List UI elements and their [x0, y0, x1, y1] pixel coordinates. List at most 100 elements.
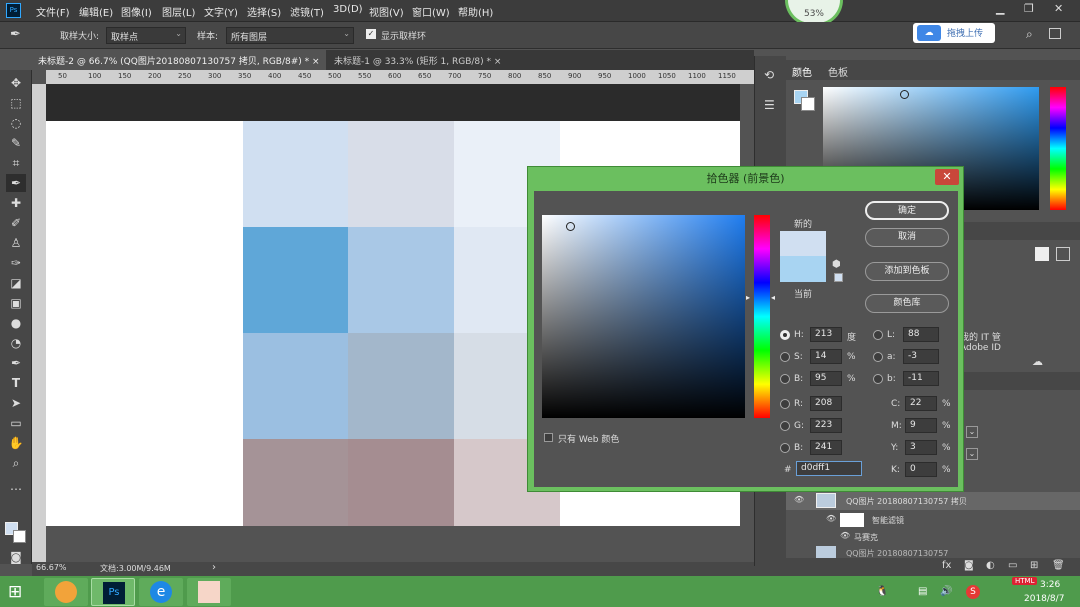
green-radio[interactable] [780, 421, 790, 431]
green-field[interactable]: 223 [810, 418, 842, 433]
quick-select-tool-icon[interactable]: ✎ [6, 134, 26, 152]
restore-icon[interactable]: ❐ [1024, 2, 1034, 15]
type-tool-icon[interactable]: T [6, 374, 26, 392]
menu-edit[interactable]: 编辑(E) [79, 4, 113, 19]
black-field[interactable]: 0 [905, 462, 937, 477]
healing-tool-icon[interactable]: ✚ [6, 194, 26, 212]
close-icon[interactable]: ✕ [1054, 2, 1063, 15]
cloud-upload-button[interactable]: ☁ 拖拽上传 [913, 23, 995, 43]
eyedropper-tool-icon[interactable]: ✒ [6, 174, 26, 192]
lab-l-field[interactable]: 88 [903, 327, 939, 342]
close-tab-icon[interactable]: × [312, 57, 320, 67]
show-ring-checkbox[interactable]: ✓ [366, 29, 376, 39]
menu-select[interactable]: 选择(S) [247, 4, 281, 19]
layer-row[interactable]: 👁 马赛克 [786, 528, 1080, 546]
chevron-right-icon[interactable]: › [212, 562, 216, 573]
adjustment-icon[interactable]: ◐ [986, 560, 995, 571]
gradient-tool-icon[interactable]: ▣ [6, 294, 26, 312]
saturation-field[interactable]: 14 [810, 349, 842, 364]
properties-icon[interactable]: ☰ [764, 98, 775, 112]
hue-radio[interactable] [780, 330, 790, 340]
color-libraries-button[interactable]: 颜色库 [865, 294, 949, 313]
visibility-eye-icon[interactable]: 👁 [840, 531, 850, 540]
search-icon[interactable]: ⌕ [1026, 27, 1033, 42]
tray-icon[interactable]: 🐧 [876, 586, 888, 597]
brightness-radio[interactable] [780, 374, 790, 384]
tab-document-1[interactable]: 未标题-1 @ 33.3% (矩形 1, RGB/8) * × [328, 50, 508, 70]
menu-3d[interactable]: 3D(D) [333, 4, 363, 15]
network-icon[interactable]: ▤ [918, 586, 927, 597]
panel-color-cursor[interactable] [900, 90, 909, 99]
zoom-readout[interactable]: 66.67% [36, 563, 67, 572]
hue-slider[interactable] [754, 215, 770, 418]
panel-hue-slider[interactable] [1050, 87, 1066, 210]
hue-slider-left-arrow[interactable]: ▸ [746, 293, 750, 302]
grid-view-icon[interactable] [1035, 247, 1049, 261]
hex-field[interactable]: d0dff1 [796, 461, 862, 476]
add-to-swatches-button[interactable]: 添加到色板 [865, 262, 949, 281]
red-radio[interactable] [780, 399, 790, 409]
layer-row[interactable]: 👁 QQ图片 20180807130757 拷贝 [786, 492, 1080, 510]
panel-background-swatch[interactable] [801, 97, 815, 111]
color-cursor[interactable] [566, 222, 575, 231]
magenta-field[interactable]: 9 [905, 418, 937, 433]
windows-start-icon[interactable]: ⊞ [8, 582, 22, 602]
dialog-close-button[interactable]: ✕ [935, 169, 959, 185]
eraser-tool-icon[interactable]: ◪ [6, 274, 26, 292]
hue-field[interactable]: 213 [810, 327, 842, 342]
lab-a-field[interactable]: -3 [903, 349, 939, 364]
lab-a-radio[interactable] [873, 352, 883, 362]
brightness-field[interactable]: 95 [810, 371, 842, 386]
background-color-swatch[interactable] [13, 530, 26, 543]
chevron-down-icon[interactable]: ⌄ [966, 426, 978, 438]
blur-tool-icon[interactable]: ● [6, 314, 26, 332]
ok-button[interactable]: 确定 [865, 201, 949, 220]
more-tools-icon[interactable]: ⋯ [6, 480, 26, 498]
quick-mask-icon[interactable]: ◙ [6, 548, 26, 566]
path-select-icon[interactable]: ➤ [6, 394, 26, 412]
mask-icon[interactable]: ◙ [964, 560, 974, 571]
history-icon[interactable]: ⟲ [764, 68, 774, 82]
crop-tool-icon[interactable]: ⌗ [6, 154, 26, 172]
web-safe-swatch[interactable] [834, 273, 843, 282]
menu-file[interactable]: 文件(F) [36, 4, 70, 19]
dodge-tool-icon[interactable]: ◔ [6, 334, 26, 352]
group-icon[interactable]: ▭ [1008, 560, 1017, 571]
chevron-down-icon[interactable]: ⌄ [966, 448, 978, 460]
trash-icon[interactable]: 🗑 [1052, 560, 1065, 571]
taskbar-app-ie[interactable]: e [139, 578, 183, 606]
zoom-tool-icon[interactable]: ⌕ [6, 454, 26, 472]
saturation-radio[interactable] [780, 352, 790, 362]
visibility-eye-icon[interactable]: 👁 [826, 514, 836, 523]
move-tool-icon[interactable]: ✥ [6, 74, 26, 92]
menu-window[interactable]: 窗口(W) [412, 4, 450, 19]
layer-row[interactable]: 👁 智能滤镜 [786, 511, 1080, 529]
menu-layer[interactable]: 图层(L) [162, 4, 195, 19]
tab-document-2[interactable]: 未标题-2 @ 66.7% (QQ图片20180807130757 拷贝, RG… [32, 50, 326, 70]
new-layer-icon[interactable]: ⊞ [1030, 560, 1038, 571]
taskbar-app-browser[interactable] [44, 578, 88, 606]
lab-l-radio[interactable] [873, 330, 883, 340]
workspace-icon[interactable] [1049, 28, 1061, 39]
taskbar-app-image[interactable] [187, 578, 231, 606]
list-view-icon[interactable] [1056, 247, 1070, 261]
menu-image[interactable]: 图像(I) [121, 4, 152, 19]
hand-tool-icon[interactable]: ✋ [6, 434, 26, 452]
sample-size-select[interactable]: 取样点 ⌄ [106, 27, 186, 44]
sample-select[interactable]: 所有图层 ⌄ [226, 27, 354, 44]
cloud-sync-icon[interactable]: ☁ [1032, 355, 1043, 368]
tab-swatches[interactable]: 色板 [828, 64, 848, 79]
lab-b-field[interactable]: -11 [903, 371, 939, 386]
marquee-tool-icon[interactable]: ⬚ [6, 94, 26, 112]
cyan-field[interactable]: 22 [905, 396, 937, 411]
pen-tool-icon[interactable]: ✒ [6, 354, 26, 372]
cube-warning-icon[interactable]: ⬢ [832, 259, 841, 270]
lasso-tool-icon[interactable]: ◌ [6, 114, 26, 132]
web-only-checkbox[interactable] [544, 433, 553, 442]
minimize-icon[interactable]: ▁ [996, 2, 1004, 15]
volume-icon[interactable]: 🔊 [940, 586, 952, 597]
yellow-field[interactable]: 3 [905, 440, 937, 455]
saturation-brightness-field[interactable] [542, 215, 745, 418]
lab-b-radio[interactable] [873, 374, 883, 384]
tab-color[interactable]: 颜色 [792, 64, 812, 79]
